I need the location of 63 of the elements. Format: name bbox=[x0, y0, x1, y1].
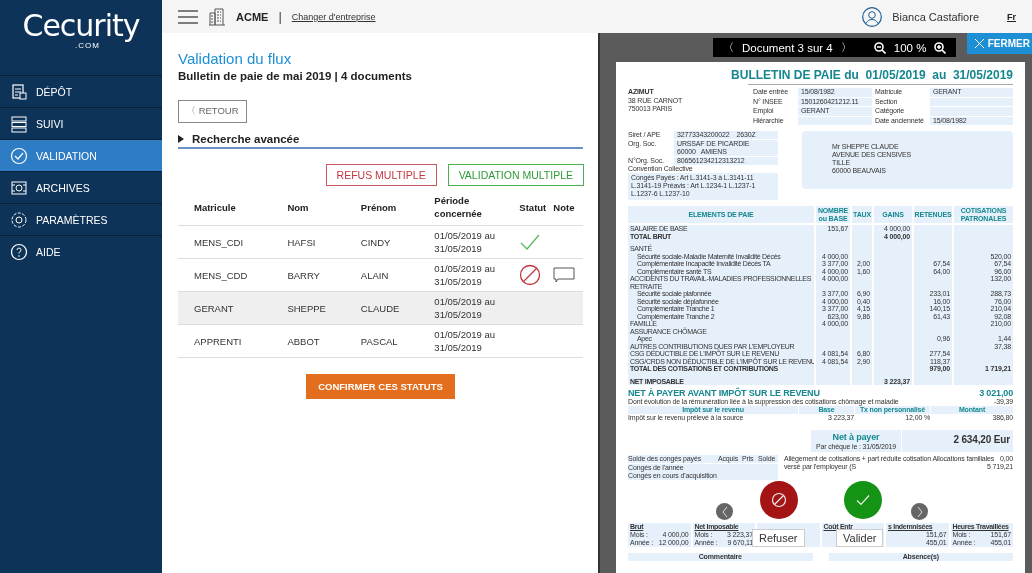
column-header: Statut bbox=[519, 201, 547, 213]
comment-icon[interactable] bbox=[553, 267, 576, 283]
check-circle-icon bbox=[10, 146, 28, 165]
table-cell: SHEPPE bbox=[271, 291, 345, 325]
column-header: Période concernée bbox=[434, 194, 483, 220]
next-document-button[interactable]: 〉 bbox=[840, 40, 852, 55]
menu-icon[interactable] bbox=[178, 9, 198, 24]
separator: | bbox=[278, 9, 282, 24]
net-pay-label: Net à payer bbox=[831, 432, 881, 442]
logo: Cecurity bbox=[22, 11, 140, 41]
back-button[interactable]: 〈 RETOUR bbox=[178, 100, 247, 123]
company-name: ACME bbox=[236, 10, 269, 23]
column-header: Matricule bbox=[194, 201, 236, 213]
user-name: Bianca Castafiore bbox=[892, 10, 979, 23]
archive-icon bbox=[10, 178, 28, 197]
table-cell: PASCAL bbox=[344, 324, 419, 358]
column-header: Prénom bbox=[360, 201, 397, 213]
document-icon bbox=[10, 82, 28, 101]
net-pay-amount: 2 634,20 Eur bbox=[902, 430, 1013, 452]
sidebar-item[interactable]: ARCHIVES bbox=[0, 171, 162, 203]
refuse-multiple-button[interactable]: REFUS MULTIPLE bbox=[325, 164, 437, 186]
table-cell-text: 01/05/2019 au 31/05/2019 bbox=[434, 328, 497, 354]
sidebar-item[interactable]: DÉPÔT bbox=[0, 75, 162, 107]
column-header: Note bbox=[553, 201, 575, 213]
user-icon[interactable] bbox=[862, 6, 883, 27]
language-link[interactable]: Fr bbox=[1007, 11, 1016, 22]
zoom-in-icon[interactable] bbox=[934, 41, 947, 54]
table-cell-text: 01/05/2019 au 31/05/2019 bbox=[434, 262, 497, 288]
table-cell-text: 01/05/2019 au 31/05/2019 bbox=[434, 229, 497, 255]
refuse-label: Refuser bbox=[752, 529, 805, 547]
zoom-level: 100 % bbox=[893, 41, 927, 54]
previous-document-button[interactable]: 〈 bbox=[723, 40, 734, 55]
gear-icon bbox=[10, 210, 28, 229]
close-button[interactable]: FERMER bbox=[966, 33, 1032, 54]
zoom-out-icon[interactable] bbox=[873, 41, 886, 54]
table-cell: ABBOT bbox=[271, 324, 345, 358]
list-icon bbox=[10, 114, 28, 133]
advanced-search-toggle[interactable]: Recherche avancée bbox=[192, 133, 300, 145]
expand-icon[interactable] bbox=[178, 135, 184, 143]
net-before-tax-label: NET À PAYER AVANT IMPÔT SUR LE REVENU bbox=[628, 388, 820, 398]
table-cell: HAFSI bbox=[271, 225, 345, 259]
building-icon bbox=[208, 7, 226, 26]
sidebar-item[interactable]: VALIDATION bbox=[0, 139, 162, 171]
help-icon bbox=[10, 242, 28, 261]
change-company-link[interactable]: Changer d'entreprise bbox=[291, 11, 376, 22]
table-cell: CINDY bbox=[344, 225, 419, 259]
table-cell: APPRENTI bbox=[178, 324, 272, 358]
column-header: Nom bbox=[287, 201, 309, 213]
sidebar-item[interactable]: AIDE bbox=[0, 235, 162, 267]
page-title: Validation du flux bbox=[178, 50, 293, 67]
table-cell: MENS_CDI bbox=[178, 225, 272, 259]
sidebar-item[interactable]: PARAMÈTRES bbox=[0, 203, 162, 235]
logo-suffix: .COM bbox=[75, 41, 100, 50]
close-icon bbox=[974, 39, 984, 48]
table-cell: CLAUDE bbox=[344, 291, 419, 325]
table-cell-text: 01/05/2019 au 31/05/2019 bbox=[434, 295, 497, 321]
validate-multiple-button[interactable]: VALIDATION MULTIPLE bbox=[447, 164, 584, 186]
validate-label: Valider bbox=[836, 529, 884, 547]
page-subtitle: Bulletin de paie de mai 2019 | 4 documents bbox=[178, 70, 413, 82]
net-before-tax-amount: 3 021,00 bbox=[979, 388, 1013, 398]
document-title: BULLETIN DE PAIE du 01/05/2019 au 31/05/2019 bbox=[731, 68, 1013, 83]
document-counter: Document 3 sur 4 bbox=[742, 41, 833, 54]
table-cell: GERANT bbox=[178, 291, 272, 325]
